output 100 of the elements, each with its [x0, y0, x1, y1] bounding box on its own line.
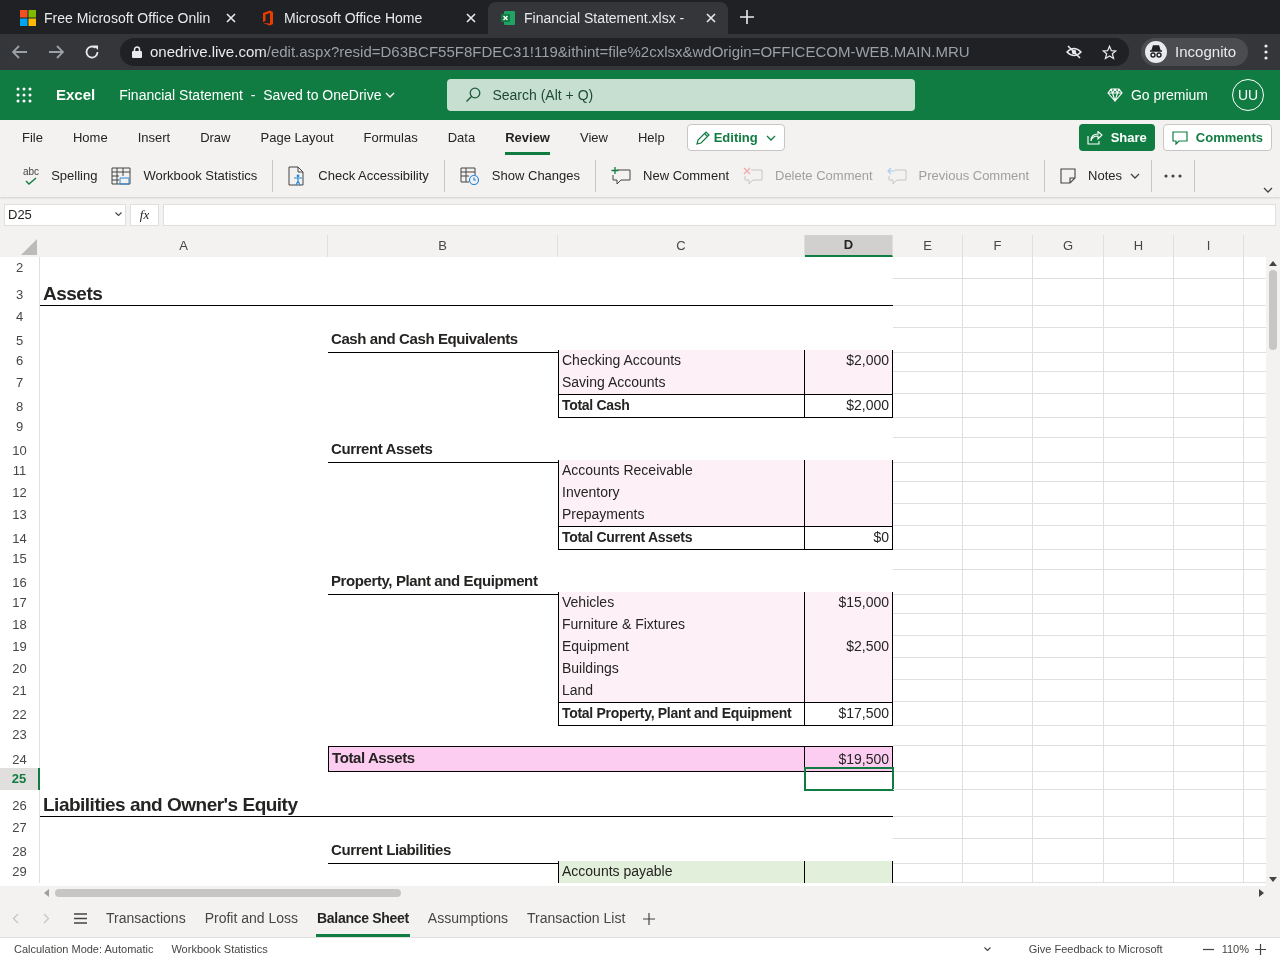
row-header[interactable]: 12 — [0, 482, 40, 504]
forward-icon[interactable] — [48, 45, 64, 59]
menu-icon[interactable] — [74, 913, 87, 924]
caret-icon[interactable] — [983, 947, 991, 951]
reload-icon[interactable] — [84, 44, 100, 60]
row-header[interactable]: 26 — [0, 790, 40, 817]
new-tab-icon[interactable] — [740, 10, 754, 24]
horizontal-scrollbar[interactable] — [0, 886, 1280, 900]
document-title-button[interactable]: Financial Statement - Saved to OneDrive — [119, 84, 396, 106]
scrollbar-thumb[interactable] — [1269, 270, 1277, 350]
row-header[interactable]: 8 — [0, 394, 40, 418]
table-cell[interactable] — [805, 504, 893, 526]
row-header[interactable]: 17 — [0, 592, 40, 614]
table-cell[interactable]: Total Property, Plant and Equipment — [558, 702, 805, 726]
more-options-icon[interactable] — [1164, 174, 1183, 178]
scroll-up-icon[interactable] — [1269, 261, 1277, 266]
previous-sheet-icon[interactable] — [12, 913, 19, 924]
table-cell[interactable]: Liabilities and Owner's Equity — [40, 790, 328, 817]
zoom-in-icon[interactable] — [1255, 943, 1266, 955]
editing-button[interactable]: Editing — [686, 124, 785, 151]
browser-tab[interactable]: Microsoft Office Home — [248, 2, 488, 34]
row-header[interactable]: 7 — [0, 372, 40, 394]
row-header[interactable]: 22 — [0, 702, 40, 726]
table-cell[interactable]: Current Liabilities — [328, 839, 558, 864]
status-text[interactable]: Calculation Mode: Automatic — [14, 940, 154, 958]
column-header[interactable]: E — [893, 235, 963, 257]
function-button[interactable]: fx — [130, 203, 159, 226]
row-header[interactable]: 18 — [0, 614, 40, 636]
table-cell[interactable] — [805, 861, 893, 883]
name-box[interactable]: D25 — [4, 203, 126, 226]
table-cell[interactable]: Prepayments — [558, 504, 805, 526]
table-cell[interactable] — [805, 372, 893, 394]
app-launcher-icon[interactable] — [16, 87, 32, 103]
column-header[interactable]: A — [40, 235, 328, 257]
table-cell[interactable]: Property, Plant and Equipment — [328, 570, 558, 595]
row-header[interactable]: 27 — [0, 817, 40, 839]
table-cell[interactable]: $17,500 — [805, 702, 893, 726]
profile-button[interactable]: Incognito — [1141, 38, 1248, 66]
table-cell[interactable]: $2,500 — [805, 636, 893, 658]
sheet-tab[interactable]: Assumptions — [426, 900, 509, 937]
row-header[interactable]: 16 — [0, 570, 40, 595]
scroll-left-icon[interactable] — [44, 889, 49, 897]
table-cell[interactable]: Inventory — [558, 482, 805, 504]
feedback-link[interactable]: Give Feedback to Microsoft — [1028, 940, 1163, 958]
go-premium-button[interactable]: Go premium — [1106, 84, 1208, 106]
row-header[interactable]: 20 — [0, 658, 40, 680]
table-cell[interactable]: Accounts Receivable — [558, 460, 805, 482]
table-cell[interactable] — [805, 460, 893, 482]
table-cell[interactable]: Checking Accounts — [558, 350, 805, 372]
share-button[interactable]: Share — [1078, 124, 1155, 151]
search-field[interactable]: Search (Alt + Q) — [447, 79, 916, 111]
table-cell[interactable]: Saving Accounts — [558, 372, 805, 394]
table-cell[interactable]: $2,000 — [805, 394, 893, 418]
browser-tab[interactable]: Free Microsoft Office Onlin — [8, 2, 248, 34]
ribbon-tab[interactable]: Draw — [200, 120, 231, 155]
scrollbar-thumb[interactable] — [55, 889, 401, 897]
ribbon-tab[interactable]: Formulas — [363, 120, 418, 155]
table-cell[interactable]: $19,500 — [805, 746, 893, 772]
sheet-tab[interactable]: Transactions — [105, 900, 187, 937]
status-text[interactable]: Workbook Statistics — [171, 940, 268, 958]
column-header[interactable]: F — [963, 235, 1033, 257]
row-header[interactable]: 10 — [0, 438, 40, 463]
ribbon-tab[interactable]: Page Layout — [260, 120, 334, 155]
table-cell[interactable]: $2,000 — [805, 350, 893, 372]
table-cell[interactable]: Accounts payable — [558, 861, 805, 883]
close-icon[interactable] — [466, 13, 476, 23]
row-header[interactable]: 25 — [0, 768, 40, 790]
table-cell[interactable]: Land — [558, 680, 805, 702]
star-icon[interactable] — [1102, 44, 1118, 60]
ribbon-tab[interactable]: Help — [637, 120, 665, 155]
table-cell[interactable]: Equipment — [558, 636, 805, 658]
sheet-tab[interactable]: Profit and Loss — [203, 900, 299, 937]
row-header[interactable]: 23 — [0, 724, 40, 746]
row-header[interactable]: 19 — [0, 636, 40, 658]
column-header[interactable]: I — [1174, 235, 1244, 257]
row-header[interactable]: 29 — [0, 861, 40, 883]
table-cell[interactable]: Total Current Assets — [558, 526, 805, 550]
row-header[interactable]: 6 — [0, 350, 40, 372]
column-header[interactable]: D — [805, 235, 893, 257]
expand-ribbon-icon[interactable] — [1263, 187, 1273, 193]
close-icon[interactable] — [226, 13, 236, 23]
row-header[interactable]: 11 — [0, 460, 40, 482]
ribbon-tab[interactable]: File — [22, 120, 43, 155]
table-cell[interactable]: Furniture & Fixtures — [558, 614, 805, 636]
table-cell[interactable]: Vehicles — [558, 592, 805, 614]
table-cell[interactable]: $0 — [805, 526, 893, 550]
command-button[interactable]: Check Accessibility — [281, 160, 436, 192]
row-header[interactable]: 21 — [0, 680, 40, 702]
back-icon[interactable] — [12, 45, 28, 59]
table-cell[interactable]: Current Assets — [328, 438, 558, 463]
next-sheet-icon[interactable] — [43, 913, 50, 924]
column-header[interactable]: G — [1033, 235, 1104, 257]
comments-button[interactable]: Comments — [1162, 124, 1272, 151]
table-cell[interactable] — [805, 680, 893, 702]
selected-cell[interactable] — [805, 768, 893, 790]
formula-field[interactable] — [163, 203, 1276, 226]
row-header[interactable]: 5 — [0, 328, 40, 353]
column-header[interactable]: B — [328, 235, 558, 257]
scroll-down-icon[interactable] — [1269, 877, 1277, 882]
table-cell[interactable]: Cash and Cash Equivalents — [328, 328, 558, 353]
